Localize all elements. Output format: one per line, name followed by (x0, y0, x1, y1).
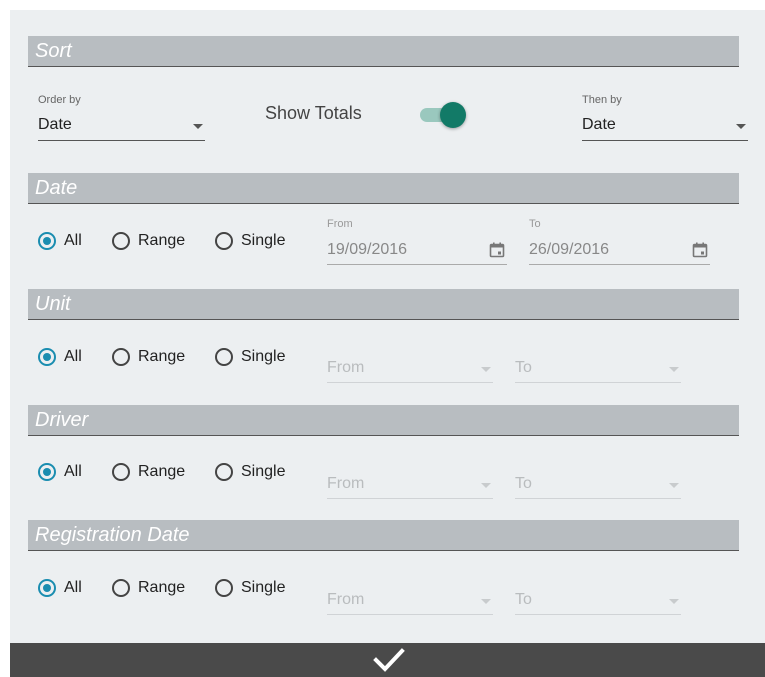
order-by-select[interactable]: Date (38, 114, 205, 141)
registration-date-to-placeholder: To (515, 591, 532, 608)
unit-radio-group: All Range Single (28, 344, 308, 370)
radio-label: All (64, 348, 82, 365)
section-header-sort: Sort (28, 36, 739, 67)
date-radio-all[interactable]: All (38, 228, 82, 254)
calendar-icon[interactable] (489, 242, 505, 258)
date-radio-group: All Range Single (28, 228, 308, 254)
section-header-driver: Driver (28, 405, 739, 436)
driver-from-placeholder: From (327, 475, 365, 492)
driver-radio-range[interactable]: Range (112, 459, 185, 485)
registration-date-to-select[interactable]: To (515, 588, 681, 615)
driver-from-select[interactable]: From (327, 472, 493, 499)
show-totals-toggle-thumb[interactable] (440, 102, 466, 128)
radio-label: Range (138, 463, 186, 480)
radio-unchecked-icon (215, 348, 233, 366)
registration-date-from-placeholder: From (327, 591, 365, 608)
date-to-value: 26/09/2016 (529, 241, 610, 258)
registration-date-radio-range[interactable]: Range (112, 575, 185, 601)
order-by-label: Order by (38, 94, 81, 106)
radio-label: Range (138, 579, 186, 596)
radio-unchecked-icon (112, 463, 130, 481)
chevron-down-icon (669, 367, 679, 372)
radio-label: All (64, 463, 82, 480)
chevron-down-icon (669, 599, 679, 604)
radio-checked-icon (38, 232, 56, 250)
date-from-input[interactable]: 19/09/2016 (327, 238, 507, 265)
radio-label: Single (241, 348, 286, 365)
date-to-label: To (529, 218, 541, 230)
chevron-down-icon (736, 124, 746, 129)
radio-unchecked-icon (112, 348, 130, 366)
chevron-down-icon (481, 599, 491, 604)
section-header-unit: Unit (28, 289, 739, 320)
section-header-registration-date: Registration Date (28, 520, 739, 551)
registration-date-radio-single[interactable]: Single (215, 575, 285, 601)
radio-label: All (64, 232, 82, 249)
then-by-value: Date (582, 116, 616, 133)
footer-bar (10, 643, 765, 677)
radio-unchecked-icon (112, 232, 130, 250)
radio-label: Range (138, 348, 186, 365)
chevron-down-icon (193, 124, 203, 129)
radio-label: All (64, 579, 82, 596)
driver-to-select[interactable]: To (515, 472, 681, 499)
checkmark-icon[interactable] (372, 647, 406, 673)
radio-checked-icon (38, 348, 56, 366)
show-totals-label: Show Totals (265, 103, 362, 123)
date-from-value: 19/09/2016 (327, 241, 408, 258)
registration-date-radio-group: All Range Single (28, 575, 308, 601)
radio-label: Range (138, 232, 186, 249)
section-header-date: Date (28, 173, 739, 204)
radio-label: Single (241, 579, 286, 596)
date-to-input[interactable]: 26/09/2016 (529, 238, 710, 265)
radio-label: Single (241, 232, 286, 249)
radio-unchecked-icon (112, 579, 130, 597)
driver-radio-single[interactable]: Single (215, 459, 285, 485)
radio-label: Single (241, 463, 286, 480)
radio-unchecked-icon (215, 232, 233, 250)
driver-to-placeholder: To (515, 475, 532, 492)
unit-from-select[interactable]: From (327, 356, 493, 383)
date-radio-range[interactable]: Range (112, 228, 185, 254)
date-radio-single[interactable]: Single (215, 228, 285, 254)
unit-to-select[interactable]: To (515, 356, 681, 383)
order-by-value: Date (38, 116, 72, 133)
calendar-icon[interactable] (692, 242, 708, 258)
unit-radio-all[interactable]: All (38, 344, 82, 370)
unit-from-placeholder: From (327, 359, 365, 376)
unit-to-placeholder: To (515, 359, 532, 376)
registration-date-from-select[interactable]: From (327, 588, 493, 615)
chevron-down-icon (481, 367, 491, 372)
driver-radio-group: All Range Single (28, 459, 308, 485)
radio-unchecked-icon (215, 579, 233, 597)
date-from-label: From (327, 218, 353, 230)
radio-unchecked-icon (215, 463, 233, 481)
then-by-select[interactable]: Date (582, 114, 748, 141)
then-by-label: Then by (582, 94, 622, 106)
chevron-down-icon (669, 483, 679, 488)
chevron-down-icon (481, 483, 491, 488)
driver-radio-all[interactable]: All (38, 459, 82, 485)
radio-checked-icon (38, 463, 56, 481)
unit-radio-single[interactable]: Single (215, 344, 285, 370)
unit-radio-range[interactable]: Range (112, 344, 185, 370)
radio-checked-icon (38, 579, 56, 597)
registration-date-radio-all[interactable]: All (38, 575, 82, 601)
